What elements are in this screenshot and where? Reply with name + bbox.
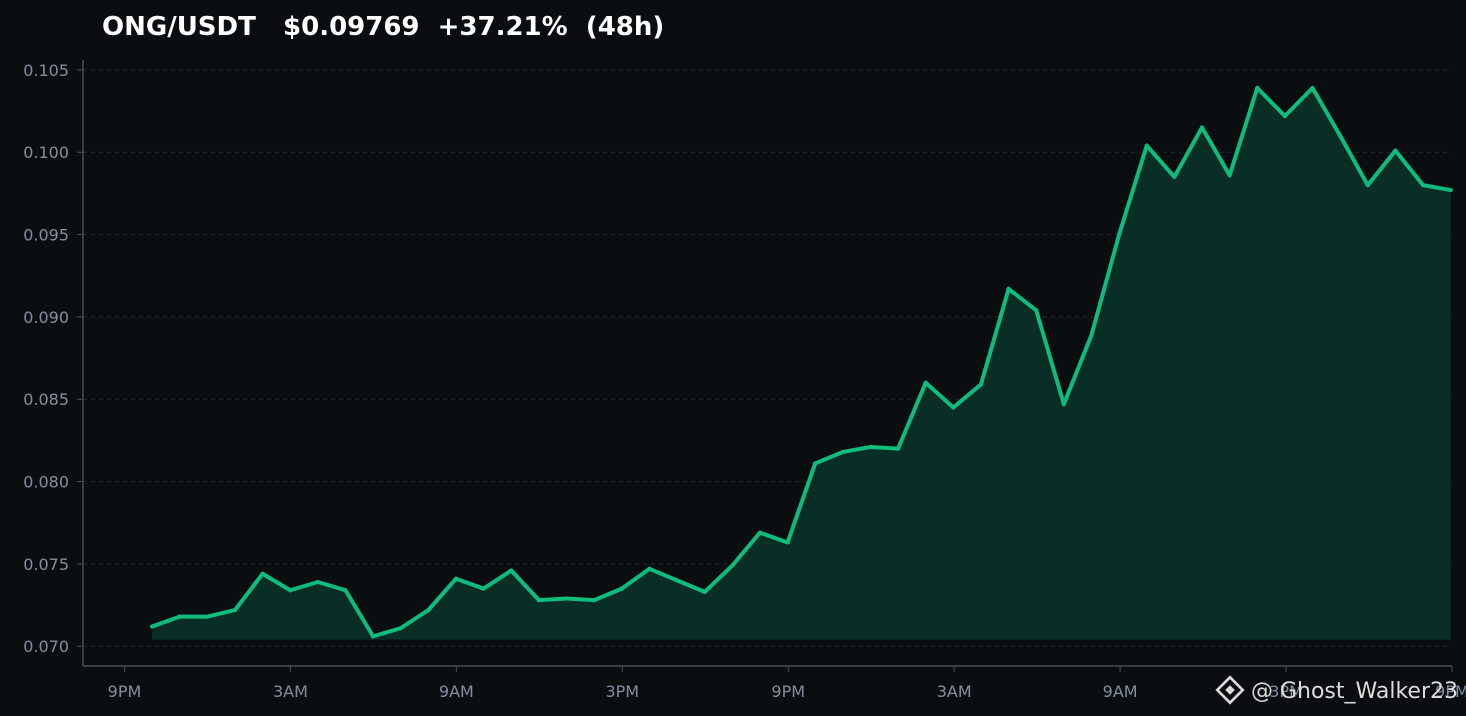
x-tick-label: 3PM: [605, 682, 639, 701]
price-point: [1200, 125, 1205, 130]
price-point: [233, 608, 237, 613]
price-point: [785, 540, 790, 545]
price-point: [1006, 286, 1011, 291]
watermark: @ Ghost_Walker23: [1215, 675, 1458, 705]
price-point: [730, 563, 735, 568]
price-point: [1338, 133, 1343, 138]
price-line-segment: [536, 596, 569, 603]
price-point: [205, 614, 210, 619]
price-point: [536, 598, 541, 603]
price-point: [1117, 232, 1122, 237]
x-tick-label: 3AM: [273, 682, 308, 701]
price-point: [923, 380, 928, 385]
x-tick-label: 9PM: [108, 682, 142, 701]
price-point: [177, 614, 182, 619]
x-tick-label: 9AM: [1103, 682, 1138, 701]
price-point: [150, 624, 155, 629]
price-point: [1061, 402, 1066, 407]
y-tick-label: 0.090: [23, 308, 69, 327]
price-area: [150, 85, 1453, 640]
price-point: [343, 588, 348, 593]
y-tick-label: 0.095: [23, 226, 69, 245]
price-point: [1144, 143, 1149, 148]
price-point: [1034, 308, 1039, 313]
x-tick-label: 3AM: [937, 682, 972, 701]
price-point: [1310, 85, 1315, 90]
x-tick-label: 9PM: [771, 682, 805, 701]
price-point: [315, 580, 320, 585]
price-point: [1227, 173, 1232, 178]
price-point: [1282, 113, 1287, 118]
price-point: [592, 598, 597, 603]
price-point: [702, 589, 707, 594]
price-chart: ONG/USDT $0.09769 +37.21% (48h) 0.070 0.0…: [23, 12, 1466, 705]
price-point: [454, 576, 459, 581]
y-tick-label: 0.070: [23, 637, 69, 656]
price-line-segment: [564, 596, 597, 603]
y-tick-label: 0.100: [23, 143, 69, 162]
price-area-fill: [152, 87, 1451, 640]
chart-title: ONG/USDT $0.09769 +37.21% (48h): [102, 12, 664, 42]
price-line-segment: [868, 444, 901, 451]
price-point: [481, 586, 486, 591]
price-point: [1448, 188, 1453, 193]
y-tick-label: 0.075: [23, 555, 69, 574]
price-point: [398, 626, 403, 631]
binance-diamond-icon: [1215, 675, 1245, 705]
price-point: [675, 578, 680, 583]
x-tick-label: 9AM: [439, 682, 474, 701]
price-point: [260, 571, 265, 576]
price-point: [757, 530, 762, 535]
price-point: [1365, 183, 1370, 188]
y-tick-label: 0.105: [23, 61, 69, 80]
price-point: [1393, 148, 1398, 153]
price-point: [951, 405, 956, 410]
watermark-text: @ Ghost_Walker23: [1251, 679, 1458, 704]
price-point: [840, 449, 845, 454]
price-point: [1421, 183, 1426, 188]
price-point: [813, 461, 818, 466]
y-tick-label: 0.080: [23, 473, 69, 492]
y-tick-label: 0.085: [23, 390, 69, 409]
price-point: [426, 608, 431, 613]
price-point: [896, 446, 901, 451]
price-point: [509, 568, 514, 573]
price-point: [288, 588, 293, 593]
price-point: [978, 382, 983, 387]
price-point: [619, 586, 624, 591]
price-point: [647, 566, 652, 571]
price-point: [564, 596, 569, 601]
price-point: [868, 444, 873, 449]
price-point: [1089, 333, 1094, 338]
price-point: [371, 634, 376, 639]
price-point: [1172, 174, 1177, 179]
price-point: [1255, 85, 1260, 90]
